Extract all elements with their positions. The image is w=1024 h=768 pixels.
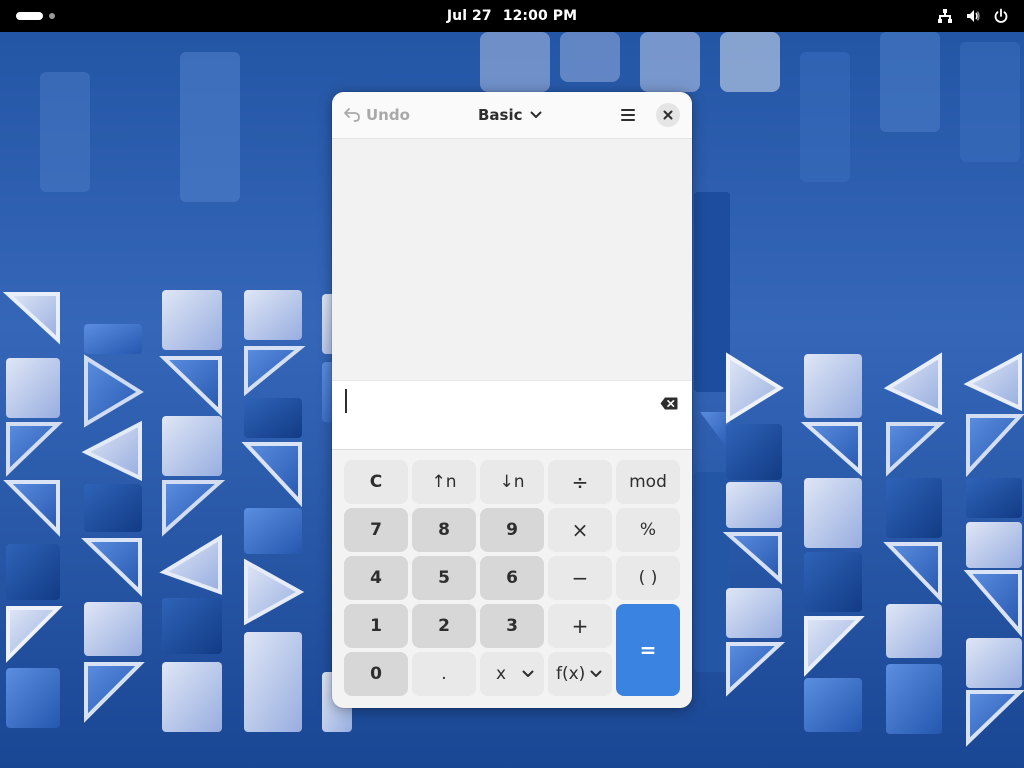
parentheses-button[interactable]: ( ) — [616, 556, 680, 600]
top-bar: Jul 27 12:00 PM — [0, 0, 1024, 32]
digit-7-button[interactable]: 7 — [344, 508, 408, 552]
clock[interactable]: Jul 27 12:00 PM — [0, 0, 1024, 32]
multiply-button[interactable]: × — [548, 508, 612, 552]
undo-label: Undo — [366, 106, 410, 124]
digit-6-button[interactable]: 6 — [480, 556, 544, 600]
decimal-point-button[interactable]: . — [412, 652, 476, 696]
function-label: f(x) — [556, 664, 586, 684]
equation-entry[interactable] — [332, 380, 692, 450]
backspace-icon[interactable] — [660, 397, 678, 410]
clock-time: 12:00 PM — [502, 8, 578, 24]
digit-3-button[interactable]: 3 — [480, 604, 544, 648]
chevron-down-icon — [590, 670, 602, 677]
shift-right-button[interactable]: ↓n — [480, 460, 544, 504]
modulus-button[interactable]: mod — [616, 460, 680, 504]
chevron-down-icon — [522, 670, 534, 677]
subtract-button[interactable]: − — [548, 556, 612, 600]
chevron-down-icon — [530, 111, 542, 118]
keypad: C ↑n ↓n ÷ mod 7 8 9 × % 4 5 6 − ( ) 1 2 … — [344, 460, 680, 696]
undo-button[interactable]: Undo — [344, 103, 410, 127]
undo-icon — [344, 108, 360, 122]
text-caret — [345, 389, 347, 413]
main-menu-button[interactable] — [618, 105, 638, 125]
power-icon[interactable] — [992, 7, 1010, 25]
variable-label: x — [496, 664, 507, 684]
digit-4-button[interactable]: 4 — [344, 556, 408, 600]
digit-9-button[interactable]: 9 — [480, 508, 544, 552]
calculator-window: Undo Basic C ↑n ↓n ÷ mod 7 8 9 × % 4 5 6… — [332, 92, 692, 708]
divide-button[interactable]: ÷ — [548, 460, 612, 504]
variable-menu-button[interactable]: x — [480, 652, 544, 696]
shift-left-button[interactable]: ↑n — [412, 460, 476, 504]
digit-5-button[interactable]: 5 — [412, 556, 476, 600]
history-view — [332, 139, 692, 380]
percent-button[interactable]: % — [616, 508, 680, 552]
clock-date: Jul 27 — [446, 8, 492, 24]
hamburger-menu-icon — [621, 109, 635, 121]
equation-input[interactable] — [348, 387, 642, 417]
digit-1-button[interactable]: 1 — [344, 604, 408, 648]
close-button[interactable] — [656, 103, 680, 127]
system-tray[interactable] — [936, 7, 1010, 25]
function-menu-button[interactable]: f(x) — [548, 652, 612, 696]
mode-selector[interactable]: Basic — [478, 103, 542, 127]
volume-icon[interactable] — [964, 7, 982, 25]
mode-label: Basic — [478, 106, 523, 124]
digit-8-button[interactable]: 8 — [412, 508, 476, 552]
network-icon[interactable] — [936, 7, 954, 25]
header-bar: Undo Basic — [332, 92, 692, 139]
close-icon — [663, 110, 673, 120]
add-button[interactable]: + — [548, 604, 612, 648]
digit-0-button[interactable]: 0 — [344, 652, 408, 696]
equals-button[interactable]: = — [616, 604, 680, 696]
clear-button[interactable]: C — [344, 460, 408, 504]
digit-2-button[interactable]: 2 — [412, 604, 476, 648]
